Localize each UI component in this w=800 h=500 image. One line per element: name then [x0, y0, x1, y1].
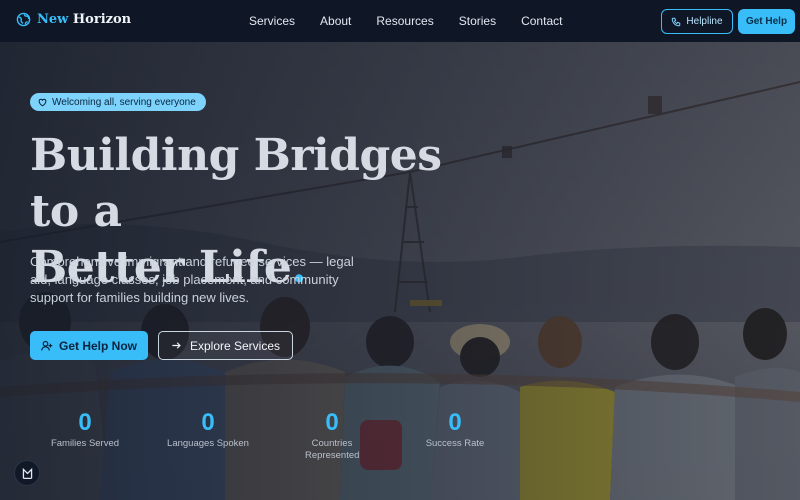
accessibility-icon: [22, 467, 32, 479]
stat-label: Success Rate: [425, 438, 485, 449]
get-help-now-label: Get Help Now: [58, 338, 137, 353]
nav-resources[interactable]: Resources: [376, 14, 433, 28]
helpline-button[interactable]: Helpline: [661, 9, 733, 34]
stat-families-served: 0 Families Served: [40, 410, 130, 450]
stat-countries-represented: 0 Countries Represented: [287, 410, 377, 462]
brand-logo-link[interactable]: New Horizon: [16, 12, 131, 27]
get-help-button[interactable]: Get Help: [738, 9, 795, 34]
headline-line-1: Building Bridges to a: [30, 130, 442, 237]
globe-icon: [16, 12, 31, 27]
welcome-badge: Welcoming all, serving everyone: [30, 93, 206, 111]
badge-text: Welcoming all, serving everyone: [52, 96, 196, 108]
top-nav: New Horizon Services About Resources Sto…: [0, 0, 800, 42]
brand-word-new: New: [37, 12, 69, 27]
helpline-label: Helpline: [686, 16, 723, 27]
explore-services-label: Explore Services: [189, 338, 281, 353]
explore-services-button[interactable]: Explore Services: [158, 331, 293, 360]
phone-icon: [672, 17, 681, 26]
stat-value: 0: [201, 409, 215, 436]
stat-value: 0: [78, 409, 92, 436]
stat-success-rate: 0 Success Rate: [410, 410, 500, 450]
brand-name: New Horizon: [37, 12, 131, 27]
nav-services[interactable]: Services: [249, 14, 295, 28]
stat-label: Languages Spoken: [167, 438, 249, 449]
stat-languages-spoken: 0 Languages Spoken: [163, 410, 253, 450]
arrow-right-icon: [172, 342, 181, 349]
brand-word-horizon: Horizon: [72, 12, 132, 27]
hero-description: Comprehensive immigrant and refugee serv…: [30, 254, 354, 305]
stat-value: 0: [448, 409, 462, 436]
nav-contact[interactable]: Contact: [521, 14, 562, 28]
user-plus-icon: [41, 340, 53, 351]
stat-value: 0: [325, 409, 339, 436]
heart-icon: [38, 98, 47, 106]
nav-stories[interactable]: Stories: [459, 14, 496, 28]
stat-label: Families Served: [50, 438, 120, 449]
main-menu: Services About Resources Stories Contact: [249, 14, 587, 28]
accessibility-button[interactable]: [14, 460, 40, 486]
get-help-now-button[interactable]: Get Help Now: [30, 331, 148, 360]
nav-about[interactable]: About: [320, 14, 351, 28]
stat-label: Countries Represented: [305, 438, 360, 461]
